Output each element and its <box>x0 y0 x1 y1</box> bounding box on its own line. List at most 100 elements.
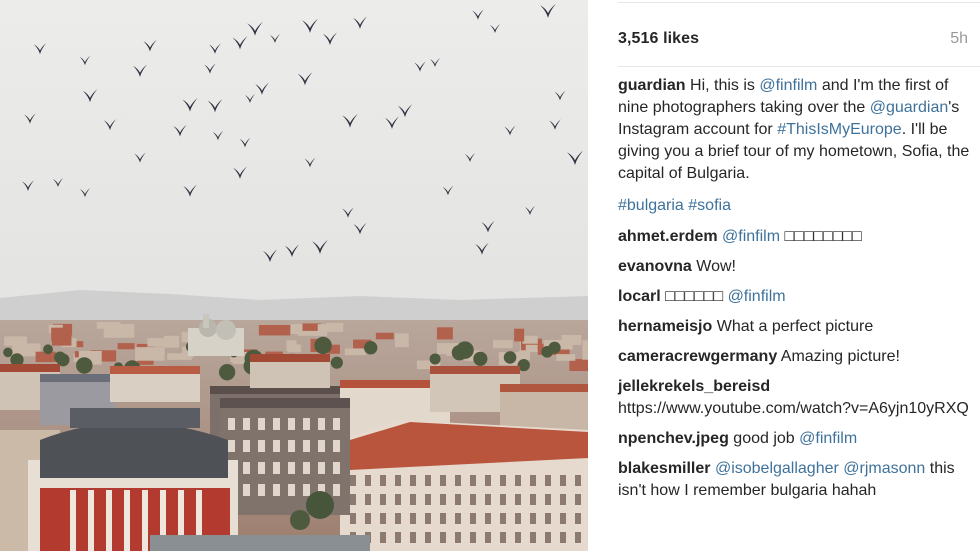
username-link[interactable]: guardian <box>618 77 686 94</box>
rooftop <box>317 324 338 332</box>
window <box>410 532 416 543</box>
building-roof <box>430 366 520 374</box>
caption: guardian Hi, this is @finfilm and I'm th… <box>618 75 970 185</box>
tree <box>364 341 378 355</box>
username-link[interactable]: jellekrekels_bereisd <box>618 378 770 395</box>
rooftop <box>164 335 180 348</box>
window <box>485 532 491 543</box>
window <box>530 532 536 543</box>
hashtag-link[interactable]: #sofia <box>688 197 731 214</box>
hashtag-link[interactable]: #ThisIsMyEurope <box>777 121 902 138</box>
comment: jellekrekels_bereisd https://www.youtube… <box>618 376 970 420</box>
window <box>395 494 401 505</box>
mention-link[interactable]: @finfilm <box>728 288 786 305</box>
window <box>500 513 506 524</box>
window <box>318 462 325 474</box>
building-roof <box>250 354 330 362</box>
likes-row: 3,516 likes 5h <box>618 30 968 50</box>
rooftop <box>375 332 394 340</box>
tree <box>429 353 441 365</box>
mention-link[interactable]: @finfilm <box>759 77 817 94</box>
username-link[interactable]: npenchev.jpeg <box>618 430 729 447</box>
window <box>288 462 295 474</box>
comment: locarl □□□□□□ @finfilm <box>618 286 970 308</box>
tree <box>306 491 334 519</box>
theatre-column <box>106 490 112 551</box>
window <box>243 440 250 452</box>
rooftop <box>492 340 513 349</box>
window <box>440 494 446 505</box>
window <box>485 475 491 486</box>
window <box>455 513 461 524</box>
rooftop <box>344 348 366 356</box>
hashtag-link[interactable]: #bulgaria <box>618 197 684 214</box>
window <box>545 513 551 524</box>
rooftop <box>436 327 453 340</box>
mention-link[interactable]: @guardian <box>870 99 949 116</box>
window <box>455 475 461 486</box>
window <box>380 532 386 543</box>
rooftop <box>51 334 72 346</box>
comment-text: Amazing picture! <box>777 348 900 365</box>
window <box>485 513 491 524</box>
username-link[interactable]: blakesmiller <box>618 460 711 477</box>
comment-text: good job <box>728 430 800 447</box>
comment-list: ahmet.erdem @finfilm □□□□□□□□ evanovna Wo… <box>618 226 970 502</box>
window <box>515 494 521 505</box>
rooftop <box>556 354 576 361</box>
username-link[interactable]: ahmet.erdem <box>618 228 718 245</box>
window <box>318 440 325 452</box>
comment-text: What a perfect picture <box>712 318 874 335</box>
rooftop <box>286 340 297 352</box>
window <box>560 532 566 543</box>
window <box>470 532 476 543</box>
window <box>228 418 235 430</box>
theatre-roof-top <box>70 408 200 428</box>
mention-link[interactable]: @finfilm <box>799 430 857 447</box>
window <box>485 494 491 505</box>
window <box>333 440 340 452</box>
window <box>425 513 431 524</box>
mention-link[interactable]: @finfilm <box>718 228 780 245</box>
window <box>575 475 581 486</box>
comments-list: guardian Hi, this is @finfilm and I'm th… <box>618 75 970 510</box>
window <box>350 494 356 505</box>
window <box>243 484 250 496</box>
rooftop <box>395 333 409 348</box>
window <box>258 484 265 496</box>
comment: blakesmiller @isobelgallagher @rjmasonn … <box>618 458 970 502</box>
window <box>455 494 461 505</box>
mention-link[interactable]: @rjmasonn <box>843 460 925 477</box>
window <box>425 494 431 505</box>
window <box>545 494 551 505</box>
rooftop <box>258 325 291 336</box>
theatre-column <box>142 490 148 551</box>
building-roof <box>110 366 200 374</box>
window <box>288 440 295 452</box>
rooftop <box>522 335 538 344</box>
username-link[interactable]: evanovna <box>618 258 692 275</box>
likes-count[interactable]: 3,516 likes <box>618 30 699 48</box>
post-photo[interactable] <box>0 0 588 551</box>
rooftop <box>135 347 165 361</box>
username-link[interactable]: hernameisjo <box>618 318 712 335</box>
username-link[interactable]: locarl <box>618 288 661 305</box>
window <box>395 475 401 486</box>
window <box>560 494 566 505</box>
window <box>440 475 446 486</box>
building <box>250 360 330 388</box>
rooftop <box>117 343 135 350</box>
window <box>575 513 581 524</box>
window <box>575 494 581 505</box>
window <box>500 494 506 505</box>
window <box>258 462 265 474</box>
cathedral-dome <box>216 320 236 340</box>
window <box>288 484 295 496</box>
window <box>410 475 416 486</box>
window <box>440 513 446 524</box>
username-link[interactable]: cameracrewgermany <box>618 348 777 365</box>
caption-hashtags: #bulgaria #sofia <box>618 195 970 217</box>
tree <box>456 341 474 359</box>
mention-link[interactable]: @isobelgallagher <box>715 460 839 477</box>
post-time[interactable]: 5h <box>950 30 968 48</box>
